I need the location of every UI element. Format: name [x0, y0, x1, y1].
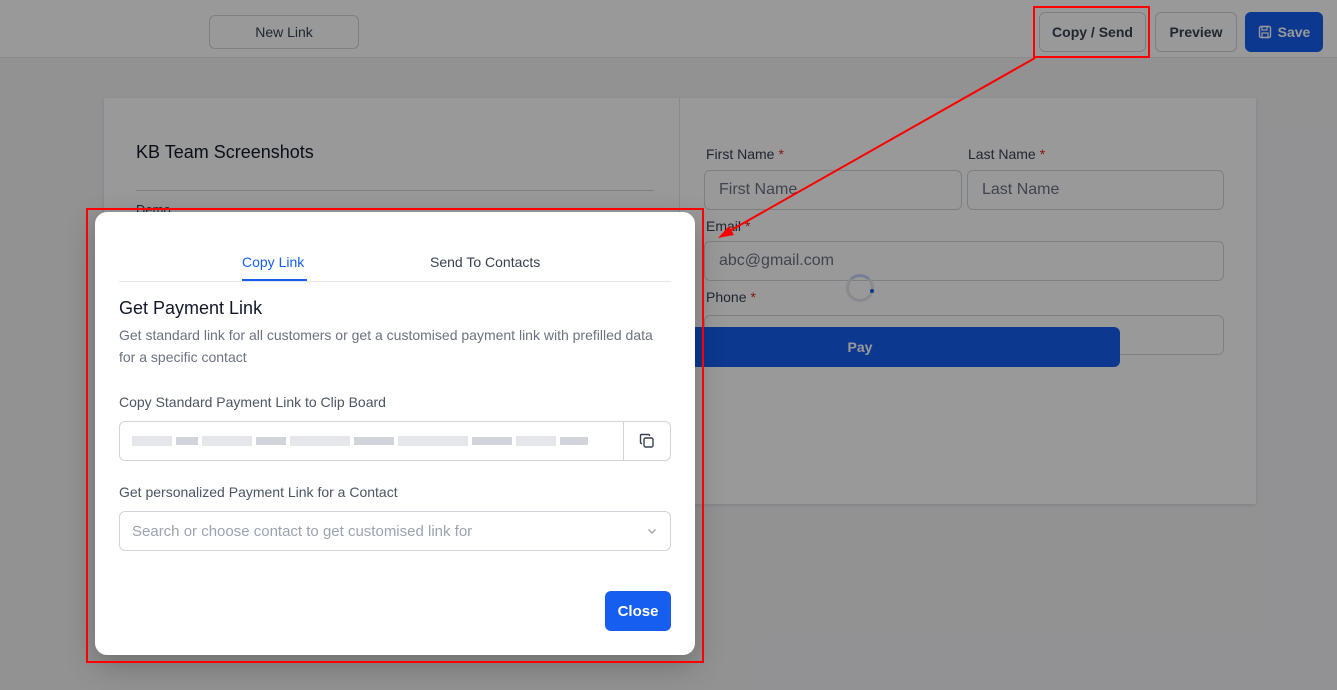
annotation-arrow: [718, 57, 1036, 238]
